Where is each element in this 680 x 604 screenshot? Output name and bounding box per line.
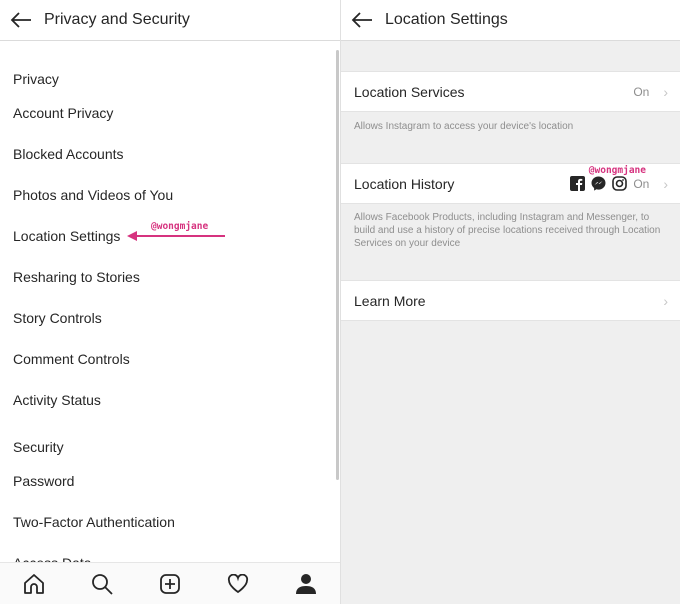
back-arrow-icon[interactable] [341, 12, 385, 28]
page-title: Privacy and Security [44, 11, 190, 28]
header: Privacy and Security [0, 0, 340, 41]
back-arrow-icon[interactable] [0, 12, 44, 28]
search-icon[interactable] [82, 573, 122, 595]
location-services-value: On [633, 84, 650, 99]
location-history-row[interactable]: Location History @wongmjane On › [341, 163, 680, 204]
menu-item-password[interactable]: Password [13, 473, 74, 489]
chevron-right-icon: › [663, 175, 668, 192]
menu-item-account-privacy[interactable]: Account Privacy [13, 105, 113, 121]
section-header-security: Security [13, 439, 64, 455]
location-history-description: Allows Facebook Products, including Inst… [354, 212, 661, 249]
menu-item-activity-status[interactable]: Activity Status [13, 392, 101, 408]
watermark: @wongmjane [151, 221, 209, 232]
menu-item-location-settings[interactable]: Location Settings [13, 228, 120, 244]
section-header-privacy: Privacy [13, 71, 59, 87]
menu-item-photos-videos[interactable]: Photos and Videos of You [13, 187, 173, 203]
location-services-row[interactable]: Location Services On › [341, 71, 680, 112]
learn-more-row[interactable]: Learn More › [341, 280, 680, 321]
location-settings-screen: Location Settings Location Services On ›… [340, 0, 680, 604]
learn-more-label: Learn More [354, 292, 426, 309]
chevron-right-icon: › [663, 83, 668, 100]
facebook-icon [570, 176, 586, 191]
location-history-value: On [633, 176, 650, 191]
bottom-nav [0, 562, 340, 604]
watermark: @wongmjane [588, 165, 646, 176]
location-services-description: Allows Instagram to access your device's… [354, 121, 574, 132]
heart-icon[interactable] [218, 573, 258, 594]
scrollbar[interactable] [336, 50, 339, 480]
location-history-label: Location History [354, 175, 455, 192]
menu-item-blocked-accounts[interactable]: Blocked Accounts [13, 146, 124, 162]
profile-icon[interactable] [286, 573, 326, 595]
menu-item-two-factor[interactable]: Two-Factor Authentication [13, 514, 175, 530]
location-services-label: Location Services [354, 83, 465, 100]
privacy-security-screen: Privacy and Security Privacy Account Pri… [0, 0, 340, 604]
page-title: Location Settings [385, 11, 508, 28]
home-icon[interactable] [14, 573, 54, 595]
instagram-icon [612, 176, 628, 191]
menu-item-resharing[interactable]: Resharing to Stories [13, 269, 140, 285]
add-post-icon[interactable] [150, 573, 190, 595]
chevron-right-icon: › [663, 292, 668, 309]
header: Location Settings [341, 0, 680, 41]
menu-item-comment-controls[interactable]: Comment Controls [13, 351, 130, 367]
menu-item-story-controls[interactable]: Story Controls [13, 310, 102, 326]
annotation-arrow: @wongmjane [127, 221, 227, 242]
messenger-icon [591, 176, 606, 191]
